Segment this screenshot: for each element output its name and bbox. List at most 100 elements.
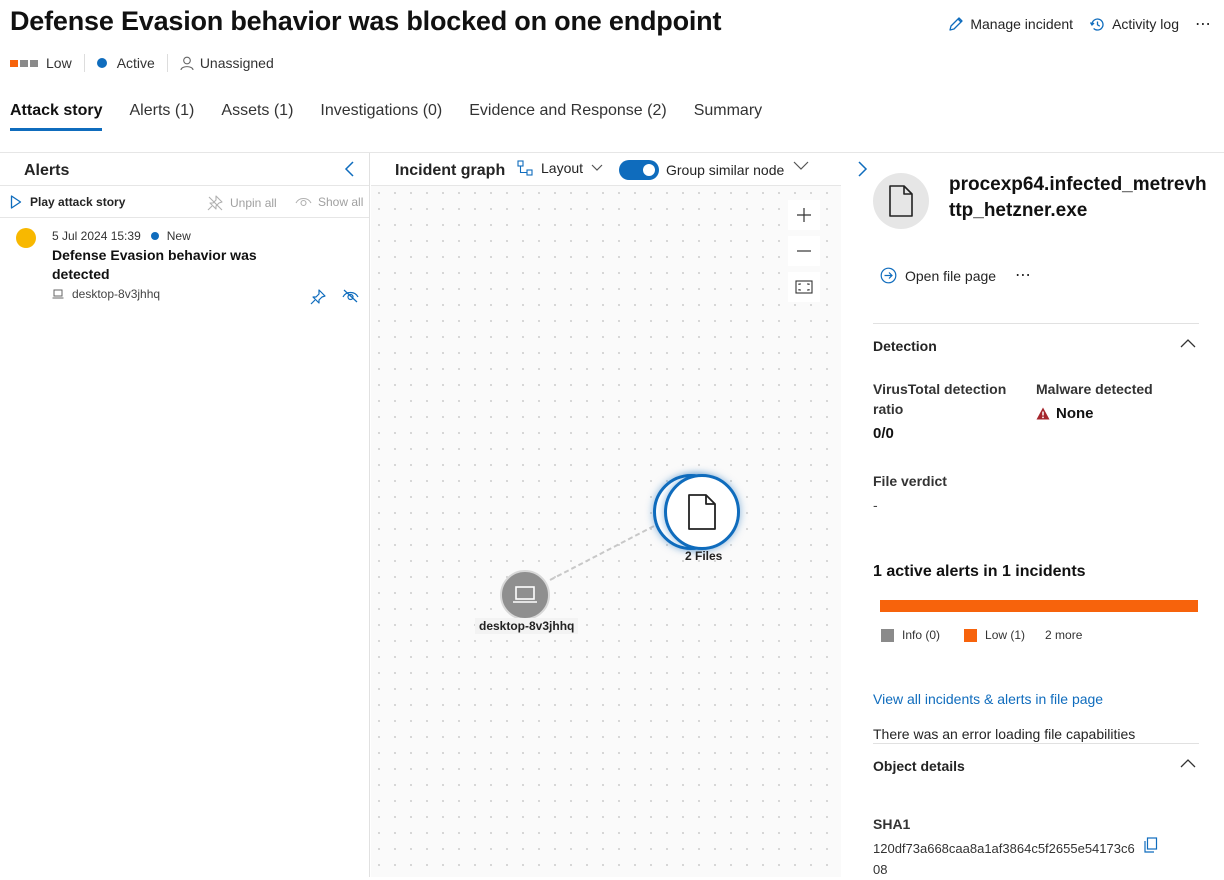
malware-detected-value: None (1056, 405, 1094, 422)
file-avatar (873, 173, 929, 229)
open-file-page-label: Open file page (905, 267, 997, 284)
tab-investigations[interactable]: Investigations (0) (320, 102, 442, 131)
object-details-collapse-button[interactable] (1180, 758, 1196, 768)
object-details-section-title: Object details (873, 758, 965, 774)
chevron-left-icon (343, 161, 357, 177)
play-icon (10, 195, 22, 209)
virustotal-label: VirusTotal detection ratio (873, 381, 1007, 417)
legend-low: Low (1) (985, 628, 1026, 642)
tab-alerts[interactable]: Alerts (1) (129, 102, 194, 131)
detection-section-title: Detection (873, 338, 937, 354)
tab-bar: Attack story Alerts (1) Assets (1) Inves… (10, 102, 762, 131)
tab-attack-story[interactable]: Attack story (10, 102, 103, 131)
capabilities-error-text: There was an error loading file capabili… (873, 726, 1136, 742)
alerts-severity-bar (880, 600, 1198, 612)
graph-edges (549, 524, 657, 581)
malware-detected-label: Malware detected (1036, 381, 1153, 397)
show-all-label: Show all (318, 195, 364, 209)
details-panel: procexp64.infected_metrevhttp_hetzner.ex… (842, 153, 1224, 877)
alerts-toolbar: Play attack story Unpin all Show all (0, 185, 369, 218)
collapse-details-button[interactable] (856, 161, 868, 177)
divider (166, 54, 168, 72)
low-swatch (964, 628, 978, 642)
chevron-up-icon (1180, 338, 1196, 348)
more-actions-button[interactable]: ⋯ (1195, 14, 1212, 34)
virustotal-value: 0/0 (873, 425, 894, 442)
view-all-incidents-link[interactable]: View all incidents & alerts in file page (873, 691, 1103, 707)
divider (873, 743, 1199, 744)
manage-incident-label: Manage incident (970, 16, 1074, 32)
laptop-icon (52, 289, 64, 299)
files-node-label: 2 Files (685, 549, 723, 563)
legend-info: Info (0) (902, 628, 941, 642)
info-swatch (881, 628, 894, 642)
severity-label: Low (46, 55, 72, 71)
activity-log-label: Activity log (1112, 16, 1179, 32)
play-attack-story-button[interactable]: Play attack story (10, 195, 125, 209)
open-file-page-button[interactable]: Open file page (880, 267, 996, 284)
pin-button[interactable] (310, 289, 326, 305)
divider (83, 54, 85, 72)
graph-edge (549, 524, 657, 581)
history-icon (1089, 16, 1106, 33)
show-all-button[interactable]: Show all (295, 195, 363, 209)
status-dot-icon (96, 58, 107, 68)
alerts-panel-title: Alerts (24, 162, 70, 179)
file-name: procexp64.infected_metrevhttp_hetzner.ex… (949, 174, 1207, 221)
severity-legend: Info (0) Low (1) 2 more (881, 628, 1082, 642)
sha1-label: SHA1 (873, 816, 911, 832)
chevron-right-icon (856, 161, 868, 177)
alert-device: desktop-8v3jhhq (52, 287, 160, 301)
alerts-panel: Alerts Play attack story Unpin all Show … (0, 153, 370, 877)
laptop-icon (512, 585, 538, 605)
person-icon (180, 56, 194, 71)
divider (873, 323, 1199, 324)
legend-more-button[interactable]: 2 more (1045, 628, 1082, 642)
new-status-dot-icon (150, 232, 159, 240)
alert-date: 5 Jul 2024 15:39 (52, 229, 141, 243)
file-icon (687, 494, 717, 530)
alert-title: Defense Evasion behavior was detected (52, 247, 257, 282)
eye-off-icon (342, 289, 359, 303)
device-node-label: desktop-8v3jhhq (475, 618, 579, 634)
active-alerts-heading: 1 active alerts in 1 incidents (873, 563, 1086, 580)
severity-dot-icon (16, 228, 36, 248)
eye-icon (295, 196, 312, 208)
copy-sha1-button[interactable] (1143, 837, 1158, 853)
activity-log-button[interactable]: Activity log (1089, 16, 1179, 33)
alert-timestamp: 5 Jul 2024 15:39 New (52, 229, 191, 243)
malware-detected: None (1036, 405, 1094, 422)
tab-evidence-response[interactable]: Evidence and Response (2) (469, 102, 666, 131)
play-attack-story-label: Play attack story (30, 195, 126, 209)
alert-status: New (166, 229, 191, 243)
chevron-up-icon (1180, 758, 1196, 768)
tab-summary[interactable]: Summary (694, 102, 762, 131)
incident-graph[interactable]: Incident graph Layout Group similar node (371, 153, 841, 877)
device-node[interactable] (500, 570, 550, 620)
hide-alert-button[interactable] (342, 289, 359, 303)
unpin-icon (207, 195, 224, 211)
arrow-circle-right-icon (880, 267, 897, 284)
collapse-panel-button[interactable] (343, 161, 357, 177)
status-label: Active (116, 55, 155, 71)
copy-icon (1143, 837, 1158, 853)
page-title: Defense Evasion behavior was blocked on … (10, 6, 722, 36)
header-actions: Manage incident Activity log ⋯ (948, 14, 1212, 34)
manage-incident-button[interactable]: Manage incident (948, 16, 1073, 32)
unpin-all-button[interactable]: Unpin all (207, 195, 277, 211)
files-node[interactable] (664, 474, 740, 550)
alert-device-label: desktop-8v3jhhq (72, 287, 161, 301)
severity-icon (10, 59, 38, 67)
file-verdict-label: File verdict (873, 473, 947, 489)
pencil-icon (948, 16, 964, 32)
file-icon (888, 185, 914, 217)
assignee-label: Unassigned (199, 55, 274, 71)
pin-icon (310, 289, 326, 305)
detection-collapse-button[interactable] (1180, 338, 1196, 348)
file-verdict-value: - (873, 497, 878, 513)
warning-icon (1036, 407, 1050, 420)
list-item[interactable]: 5 Jul 2024 15:39 New Defense Evasion beh… (0, 219, 369, 311)
sha1-value: 120df73a668caa8a1af3864c5f2655e54173c608 (873, 841, 1135, 877)
file-more-actions-button[interactable]: ⋯ (1015, 265, 1032, 285)
tab-assets[interactable]: Assets (1) (221, 102, 293, 131)
